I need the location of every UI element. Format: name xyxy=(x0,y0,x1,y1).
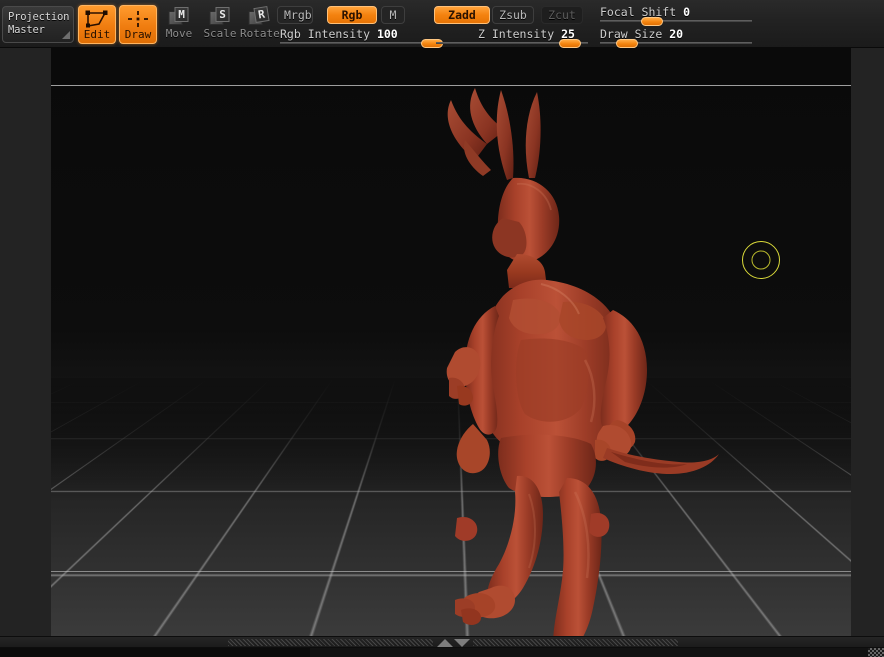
rgb-intensity-value: 100 xyxy=(376,27,398,41)
draw-label: Draw xyxy=(124,28,152,41)
projection-master-button[interactable]: Projection Master xyxy=(2,6,74,43)
rgb-intensity-label: Rgb Intensity 100 xyxy=(280,27,398,41)
scale-card-icon: S xyxy=(201,5,239,28)
scroll-arrows[interactable] xyxy=(437,638,471,648)
scale-badge: S xyxy=(215,7,230,22)
demon-body xyxy=(446,88,719,636)
draw-size-slider[interactable]: Draw Size 20 xyxy=(600,27,752,48)
move-label: Move xyxy=(165,27,193,40)
status-bar xyxy=(0,648,884,657)
z-intensity-slider[interactable]: Z Intensity 25 xyxy=(436,27,588,48)
rotate-button[interactable]: R Rotate xyxy=(240,5,280,44)
rotate-badge: R xyxy=(253,5,270,24)
status-left-block xyxy=(0,648,310,657)
arrow-up-icon[interactable] xyxy=(437,639,453,647)
rgb-intensity-track xyxy=(280,42,432,44)
draw-size-value: 20 xyxy=(669,27,684,41)
draw-size-knob[interactable] xyxy=(616,39,639,48)
scale-label: Scale xyxy=(203,27,237,40)
draw-button[interactable]: Draw xyxy=(119,5,157,44)
polygon-edit-icon xyxy=(79,6,115,29)
status-resize-grip[interactable] xyxy=(868,648,884,657)
rgb-intensity-slider[interactable]: Rgb Intensity 100 xyxy=(280,27,443,48)
edit-label: Edit xyxy=(83,28,111,41)
brush-cursor-inner-ring xyxy=(751,250,771,270)
draw-size-label: Draw Size 20 xyxy=(600,27,684,41)
crosshair-draw-icon xyxy=(120,6,156,29)
top-toolbar: Projection Master Edit Draw M Move S Sca… xyxy=(0,0,884,48)
projection-master-line1: Projection xyxy=(8,11,70,23)
brush-cursor xyxy=(742,241,780,279)
projection-master-line2: Master xyxy=(8,24,45,36)
focal-shift-track xyxy=(600,20,752,22)
right-gutter xyxy=(851,48,884,636)
z-intensity-knob[interactable] xyxy=(558,39,581,48)
arrow-down-icon[interactable] xyxy=(454,639,470,647)
focal-shift-value: 0 xyxy=(683,5,691,19)
m-button[interactable]: M xyxy=(381,6,405,24)
move-card-icon: M xyxy=(160,5,198,28)
z-intensity-label: Z Intensity 25 xyxy=(478,27,575,41)
zadd-button[interactable]: Zadd xyxy=(434,6,490,24)
focal-shift-knob[interactable] xyxy=(640,17,663,26)
demon-sculpt-model[interactable] xyxy=(51,48,851,636)
move-button[interactable]: M Move xyxy=(160,5,198,44)
scale-button[interactable]: S Scale xyxy=(201,5,239,44)
rotate-card-icon: R xyxy=(240,5,278,28)
zsub-button[interactable]: Zsub xyxy=(492,6,534,24)
zbrush-window: Projection Master Edit Draw M Move S Sca… xyxy=(0,0,884,657)
canvas-resize-bar[interactable] xyxy=(0,636,884,648)
rotate-label: Rotate xyxy=(240,27,280,40)
rgb-button[interactable]: Rgb xyxy=(327,6,377,24)
mrgb-button[interactable]: Mrgb xyxy=(277,6,313,24)
hatch-right xyxy=(473,639,678,646)
hatch-left xyxy=(228,639,433,646)
document-canvas[interactable] xyxy=(51,48,851,636)
move-badge: M xyxy=(174,7,189,22)
left-gutter xyxy=(0,48,51,636)
zcut-button[interactable]: Zcut xyxy=(541,6,583,24)
edit-button[interactable]: Edit xyxy=(78,5,116,44)
corner-triangle-icon xyxy=(62,31,70,39)
focal-shift-slider[interactable]: Focal Shift 0 xyxy=(600,5,752,26)
